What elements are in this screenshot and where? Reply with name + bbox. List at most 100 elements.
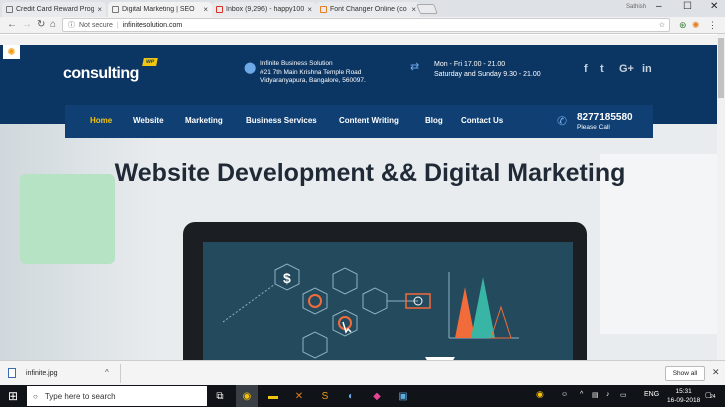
clock-time: 15:31 — [675, 388, 692, 395]
location-pin-icon: ⬤ — [244, 62, 257, 74]
taskbar-search[interactable]: ○ Type here to search — [27, 386, 207, 406]
windows-start-icon[interactable]: ⊞ — [8, 389, 18, 403]
maximize-button[interactable]: ☐ — [683, 1, 692, 12]
download-shelf: infinite.jpg ^ Show all ✕ — [0, 360, 725, 385]
nav-website[interactable]: Website — [133, 116, 164, 125]
main-navigation: Home Website Marketing Business Services… — [65, 105, 653, 138]
home-button[interactable]: ⌂ — [50, 19, 56, 30]
tab-label: Font Changer Online (co — [330, 6, 407, 13]
nav-blog[interactable]: Blog — [425, 116, 443, 125]
app-icon[interactable]: ◆ — [370, 389, 384, 403]
system-clock[interactable]: 15:31 16-09-2018 — [667, 387, 700, 405]
laptop-screen: $ — [203, 242, 573, 360]
widget-icon[interactable]: ✺ — [3, 45, 20, 59]
task-view-icon[interactable]: ⧉ — [213, 389, 227, 403]
scrollbar-thumb[interactable] — [718, 38, 724, 98]
site-logo[interactable]: consulting — [63, 65, 139, 83]
address-bar[interactable]: ⓘ Not secure | infinitesolution.com ☆ — [62, 18, 670, 32]
window-close-button[interactable]: ✕ — [710, 1, 718, 12]
facebook-icon[interactable]: f — [584, 63, 588, 75]
svg-text:$: $ — [283, 270, 291, 286]
menu-icon[interactable]: ⋮ — [708, 20, 717, 31]
info-icon[interactable]: ⓘ — [68, 20, 75, 30]
divider — [120, 364, 121, 383]
search-placeholder: Type here to search — [44, 391, 116, 401]
download-file-name[interactable]: infinite.jpg — [26, 370, 58, 377]
notification-count: 24 — [710, 394, 716, 400]
close-tab-icon[interactable]: × — [411, 5, 416, 14]
chrome-tray-icon[interactable]: ◉ — [536, 389, 544, 400]
bookmark-star-icon[interactable]: ☆ — [659, 21, 665, 29]
google-plus-icon[interactable]: G+ — [619, 63, 634, 75]
security-label: Not secure — [79, 21, 113, 29]
nav-contact-us[interactable]: Contact Us — [461, 116, 503, 125]
phone-caption: Please Call — [577, 124, 610, 131]
phone-icon: ✆ — [557, 114, 568, 128]
people-icon[interactable]: ☺ — [561, 391, 568, 398]
chevron-up-icon[interactable]: ^ — [105, 368, 109, 377]
web-page: ✺ consulting WP ⬤ Infinite Business Solu… — [0, 45, 717, 360]
close-tab-icon[interactable]: × — [97, 5, 102, 14]
close-download-shelf-icon[interactable]: ✕ — [712, 367, 720, 378]
clock-date: 16-09-2018 — [667, 397, 701, 404]
nav-home[interactable]: Home — [90, 116, 112, 125]
browser-toolbar: ← → ↻ ⌂ ⓘ Not secure | infinitesolution.… — [0, 17, 725, 34]
marketing-graphic: $ — [222, 263, 519, 360]
logo-tag: WP — [142, 58, 158, 66]
tray-overflow-icon[interactable]: ^ — [580, 391, 583, 398]
address-line: #21 7th Main Krishna Temple Road — [260, 68, 362, 76]
nav-marketing[interactable]: Marketing — [185, 116, 223, 125]
windows-taskbar: ⊞ ○ Type here to search ⧉ ◉ ▬ ✕ S ◐ ◆ ▣ … — [0, 385, 725, 407]
tab-font-changer[interactable]: Font Changer Online (co × — [316, 2, 420, 17]
browser-tab-strip: Credit Card Reward Prog × Digital Market… — [0, 0, 725, 17]
url-text: infinitesolution.com — [122, 21, 183, 29]
show-all-button[interactable]: Show all — [665, 366, 705, 381]
close-tab-icon[interactable]: × — [203, 5, 208, 14]
app-icon[interactable]: ▣ — [396, 389, 410, 403]
hero-banner: Website Development && Digital Marketing — [0, 124, 717, 360]
sublime-icon[interactable]: S — [318, 389, 332, 403]
tab-credit-card[interactable]: Credit Card Reward Prog × — [2, 2, 106, 17]
tab-label: Digital Marketing | SEO — [122, 6, 195, 13]
page-icon — [320, 6, 327, 13]
forward-button[interactable]: → — [22, 19, 32, 30]
page-icon — [112, 6, 119, 13]
xampp-icon[interactable]: ✕ — [292, 389, 306, 403]
app-icon[interactable]: ◐ — [344, 389, 358, 403]
hero-title: Website Development && Digital Marketing — [114, 159, 626, 187]
extension-icon[interactable]: ✺ — [692, 20, 700, 31]
laptop-illustration: $ — [183, 222, 587, 360]
address-info: Infinite Business Solution #21 7th Main … — [260, 60, 366, 86]
search-icon: ○ — [33, 391, 38, 401]
tab-digital-marketing[interactable]: Digital Marketing | SEO × — [108, 2, 212, 17]
profile-name[interactable]: Sathish — [626, 4, 646, 10]
tab-label: Credit Card Reward Prog — [16, 6, 95, 13]
page-scrollbar[interactable] — [717, 34, 725, 360]
minimize-button[interactable]: – — [656, 1, 662, 12]
hours-info: Mon - Fri 17.00 - 21.00 Saturday and Sun… — [434, 60, 541, 79]
hours-line: Saturday and Sunday 9.30 - 21.00 — [434, 70, 541, 78]
linkedin-icon[interactable]: in — [642, 63, 652, 75]
handshake-icon: ⇄ — [410, 61, 420, 73]
language-indicator[interactable]: ENG — [644, 391, 659, 398]
image-file-icon — [8, 368, 16, 378]
nav-content-writing[interactable]: Content Writing — [339, 116, 399, 125]
nav-business-services[interactable]: Business Services — [246, 116, 317, 125]
back-button[interactable]: ← — [7, 19, 17, 30]
close-tab-icon[interactable]: × — [307, 5, 312, 14]
volume-icon[interactable]: ♪ — [606, 391, 610, 398]
extension-icon[interactable]: ⊛ — [679, 20, 687, 31]
page-icon — [6, 6, 13, 13]
bookmarks-bar — [0, 35, 725, 45]
hours-line: Mon - Fri 17.00 - 21.00 — [434, 61, 506, 68]
tab-inbox[interactable]: Inbox (9,296) - happy100 × — [212, 2, 316, 17]
reload-button[interactable]: ↻ — [37, 19, 45, 30]
battery-icon[interactable]: ▭ — [620, 391, 627, 399]
network-icon[interactable]: ▤ — [592, 391, 599, 399]
divider: | — [116, 21, 119, 29]
phone-number[interactable]: 8277185580 — [577, 112, 633, 123]
new-tab-button[interactable] — [416, 4, 438, 14]
file-explorer-icon[interactable]: ▬ — [266, 389, 280, 403]
twitter-icon[interactable]: t — [600, 63, 604, 75]
chrome-icon[interactable]: ◉ — [240, 389, 254, 403]
